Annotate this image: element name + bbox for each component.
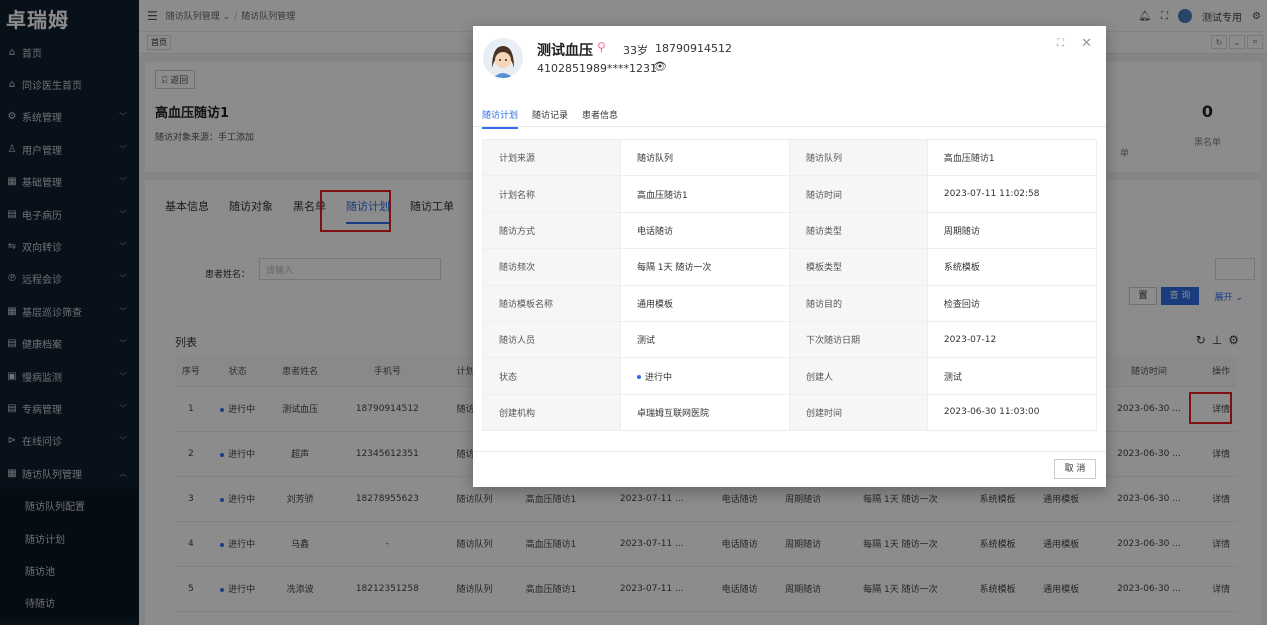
field-value: 通用模板	[619, 284, 790, 322]
field-label: 计划名称	[482, 175, 621, 213]
field-value: 每隔 1天 随访一次	[619, 248, 790, 286]
field-value: 测试	[926, 357, 1098, 395]
detail-row: 创建机构 卓瑞姆互联网医院 创建时间 2023-06-30 11:03:00	[482, 393, 1098, 432]
field-value: 随访队列	[619, 138, 790, 177]
patient-plan-modal: 测试血压 ⚲ 33岁 18790914512 4102851989****123…	[473, 26, 1106, 487]
field-label: 随访队列	[788, 138, 928, 177]
detail-row: 状态 进行中 创建人 测试	[482, 357, 1098, 395]
field-value: 高血压随访1	[619, 175, 790, 213]
field-label: 随访人员	[482, 320, 621, 359]
field-label: 模板类型	[788, 248, 928, 286]
field-label: 创建时间	[788, 393, 928, 432]
detail-row: 随访模板名称 通用模板 随访目的 检查回访	[482, 284, 1098, 322]
detail-row: 随访人员 测试 下次随访日期 2023-07-12	[482, 320, 1098, 359]
field-label: 计划来源	[482, 138, 621, 177]
field-label: 随访方式	[482, 211, 621, 250]
field-value: 检查回访	[926, 284, 1098, 322]
field-value: 高血压随访1	[926, 138, 1098, 177]
field-value: 2023-07-12	[926, 320, 1098, 359]
divider	[473, 126, 1106, 127]
eye-off-icon[interactable]: 👁︎	[653, 60, 667, 73]
cancel-button[interactable]: 取 消	[1054, 459, 1096, 479]
field-label: 创建人	[788, 357, 928, 395]
field-label: 状态	[482, 357, 621, 395]
field-value: 2023-07-11 11:02:58	[926, 175, 1098, 213]
field-value: 电话随访	[619, 211, 790, 250]
detail-row: 随访频次 每隔 1天 随访一次 模板类型 系统模板	[482, 248, 1098, 286]
close-icon[interactable]: ✕	[1081, 36, 1092, 51]
field-label: 随访目的	[788, 284, 928, 322]
patient-age: 33岁	[623, 44, 648, 57]
patient-id-number: 4102851989****1231	[537, 62, 657, 75]
detail-row: 计划来源 随访队列 随访队列 高血压随访1	[482, 138, 1098, 177]
field-label: 随访频次	[482, 248, 621, 286]
field-label: 随访模板名称	[482, 284, 621, 322]
field-label: 随访类型	[788, 211, 928, 250]
field-label: 随访时间	[788, 175, 928, 213]
status-dot	[636, 375, 641, 380]
field-value: 系统模板	[926, 248, 1098, 286]
patient-avatar	[483, 38, 523, 78]
field-label: 创建机构	[482, 393, 621, 432]
field-value: 卓瑞姆互联网医院	[619, 393, 790, 432]
divider	[473, 451, 1106, 452]
status-text: 进行中	[644, 372, 672, 383]
field-value: 2023-06-30 11:03:00	[926, 393, 1098, 432]
patient-name: 测试血压	[537, 43, 593, 59]
field-label: 下次随访日期	[788, 320, 928, 359]
patient-phone: 18790914512	[655, 42, 732, 55]
fullscreen-icon[interactable]: ⛶	[1057, 38, 1064, 49]
field-value: 周期随访	[926, 211, 1098, 250]
detail-row: 计划名称 高血压随访1 随访时间 2023-07-11 11:02:58	[482, 175, 1098, 213]
plan-detail-table: 计划来源 随访队列 随访队列 高血压随访1 计划名称 高血压随访1 随访时间 2023-07-…	[482, 138, 1098, 432]
field-value: 进行中	[619, 357, 790, 395]
female-icon: ⚲	[597, 40, 606, 54]
field-value: 测试	[619, 320, 790, 359]
detail-row: 随访方式 电话随访 随访类型 周期随访	[482, 211, 1098, 250]
